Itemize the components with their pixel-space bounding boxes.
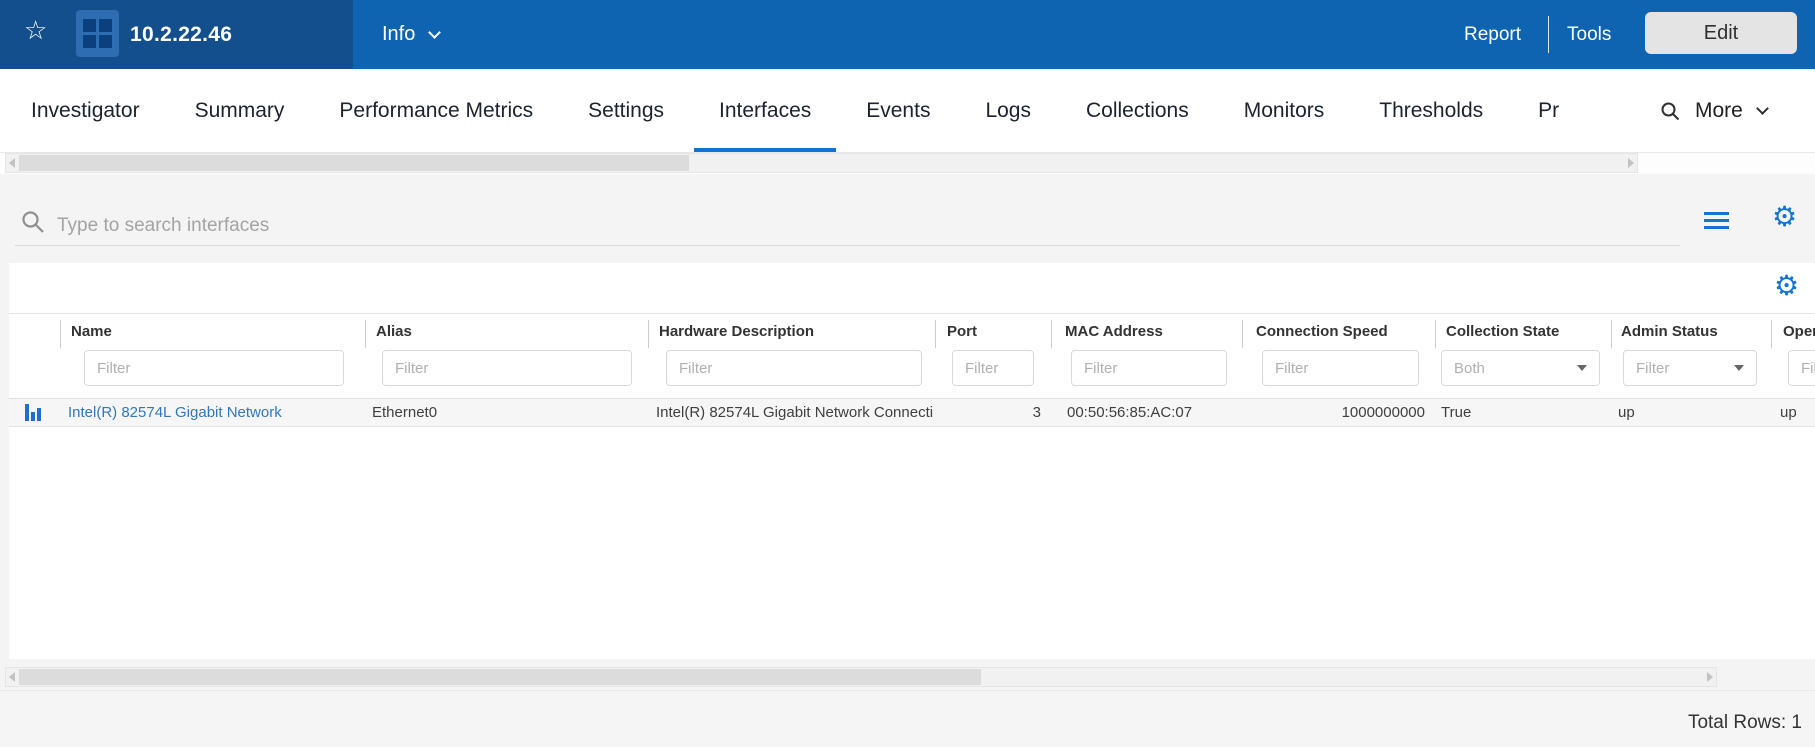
cell-admin-status: up [1618, 404, 1635, 421]
tab-events[interactable]: Events [866, 69, 930, 152]
column-header-mac-address[interactable]: MAC Address [1065, 323, 1163, 340]
device-ip-title: 10.2.22.46 [130, 22, 233, 46]
tab-properties-truncated[interactable]: Pr [1538, 69, 1559, 152]
column-separator [1051, 320, 1052, 348]
footer-bar [0, 691, 1815, 747]
tab-scrollbar[interactable] [5, 153, 1638, 173]
favorite-star-icon[interactable]: ☆ [24, 18, 47, 44]
column-separator [365, 320, 366, 348]
column-separator [648, 320, 649, 348]
filter-input-connection-speed[interactable] [1262, 350, 1419, 386]
tab-monitors[interactable]: Monitors [1244, 69, 1325, 152]
caret-down-icon [1734, 365, 1744, 371]
device-tab-bar: Investigator Summary Performance Metrics… [0, 69, 1815, 153]
device-os-tile [76, 10, 119, 57]
tab-strip: Investigator Summary Performance Metrics… [31, 69, 1648, 152]
scroll-left-arrow-icon[interactable] [9, 672, 15, 682]
filter-select-value: Filte [1801, 359, 1815, 377]
filter-input-name[interactable] [84, 350, 344, 386]
scroll-left-arrow-icon[interactable] [9, 158, 15, 168]
column-header-port[interactable]: Port [947, 323, 977, 340]
filter-input-port[interactable] [952, 350, 1034, 386]
tab-logs[interactable]: Logs [985, 69, 1031, 152]
column-separator [1611, 320, 1612, 348]
column-header-admin-status[interactable]: Admin Status [1621, 323, 1718, 340]
tab-thresholds[interactable]: Thresholds [1379, 69, 1483, 152]
table-row[interactable]: Intel(R) 82574L Gigabit Network Ethernet… [9, 398, 1815, 427]
windows-logo-icon [83, 19, 112, 48]
scroll-right-arrow-icon[interactable] [1628, 158, 1634, 168]
total-rows-label: Total Rows: 1 [1687, 712, 1802, 733]
column-header-collection-state[interactable]: Collection State [1446, 323, 1559, 340]
menu-icon[interactable] [1704, 212, 1729, 233]
filter-select-collection-state[interactable]: Both [1441, 350, 1600, 386]
tab-scrollbar-thumb[interactable] [19, 155, 689, 171]
tab-performance-metrics[interactable]: Performance Metrics [339, 69, 533, 152]
filter-select-operational-status-truncated[interactable]: Filte [1788, 350, 1815, 386]
tab-interfaces[interactable]: Interfaces [693, 69, 837, 152]
interface-chart-icon[interactable] [25, 404, 41, 421]
column-header-connection-speed[interactable]: Connection Speed [1256, 323, 1388, 340]
column-header-name[interactable]: Name [71, 323, 112, 340]
table-scrollbar[interactable] [5, 667, 1717, 687]
tab-scroll-area [0, 153, 1815, 174]
more-tabs-dropdown[interactable]: More [1626, 69, 1815, 152]
scroll-right-arrow-icon[interactable] [1707, 672, 1713, 682]
filter-input-mac-address[interactable] [1071, 350, 1227, 386]
table-scrollbar-thumb[interactable] [19, 669, 981, 685]
column-separator [1435, 320, 1436, 348]
column-header-hardware-description[interactable]: Hardware Description [659, 323, 814, 340]
cell-hardware-description: Intel(R) 82574L Gigabit Network Connecti [656, 404, 934, 421]
column-header-operational-status-truncated[interactable]: Opera [1783, 323, 1815, 340]
column-separator [1771, 320, 1772, 348]
tab-collections[interactable]: Collections [1086, 69, 1189, 152]
more-label: More [1695, 98, 1743, 122]
tab-summary[interactable]: Summary [195, 69, 285, 152]
filter-select-admin-status[interactable]: Filter [1623, 350, 1757, 386]
cell-alias: Ethernet0 [372, 404, 438, 421]
filter-input-alias[interactable] [382, 350, 632, 386]
chevron-down-icon [428, 25, 442, 39]
grid-settings-gear-icon[interactable]: ⚙ [1772, 203, 1797, 231]
column-separator [935, 320, 936, 348]
cell-operational-status: up [1780, 404, 1797, 421]
app-header: ☆ 10.2.22.46 Info Report Tools Edit [0, 0, 1815, 69]
report-button[interactable]: Report [1464, 0, 1521, 69]
column-header-alias[interactable]: Alias [376, 323, 412, 340]
filter-select-value: Both [1454, 359, 1485, 377]
cell-connection-speed: 1000000000 [1341, 404, 1425, 421]
info-dropdown-label: Info [382, 23, 416, 45]
info-dropdown[interactable]: Info [382, 0, 442, 69]
edit-button[interactable]: Edit [1645, 12, 1797, 54]
cell-collection-state: True [1441, 404, 1472, 421]
header-divider [1548, 16, 1549, 53]
tab-search-icon[interactable] [1660, 101, 1680, 121]
interfaces-table-card: Name Alias Hardware Description Port MAC… [9, 263, 1815, 659]
tab-investigator[interactable]: Investigator [31, 69, 140, 152]
chevron-down-icon [1755, 101, 1769, 115]
column-separator [1242, 320, 1243, 348]
tools-button[interactable]: Tools [1567, 0, 1611, 69]
filter-input-hardware-description[interactable] [666, 350, 922, 386]
search-input[interactable] [15, 206, 1680, 246]
filter-select-value: Filter [1636, 359, 1670, 377]
table-top-divider [9, 313, 1815, 314]
cell-name-link[interactable]: Intel(R) 82574L Gigabit Network [68, 399, 282, 426]
column-separator [60, 320, 61, 348]
cell-port: 3 [1032, 404, 1041, 421]
table-settings-gear-icon[interactable]: ⚙ [1774, 272, 1799, 300]
tab-settings[interactable]: Settings [588, 69, 664, 152]
cell-mac-address: 00:50:56:85:AC:07 [1067, 404, 1193, 421]
caret-down-icon [1577, 365, 1587, 371]
